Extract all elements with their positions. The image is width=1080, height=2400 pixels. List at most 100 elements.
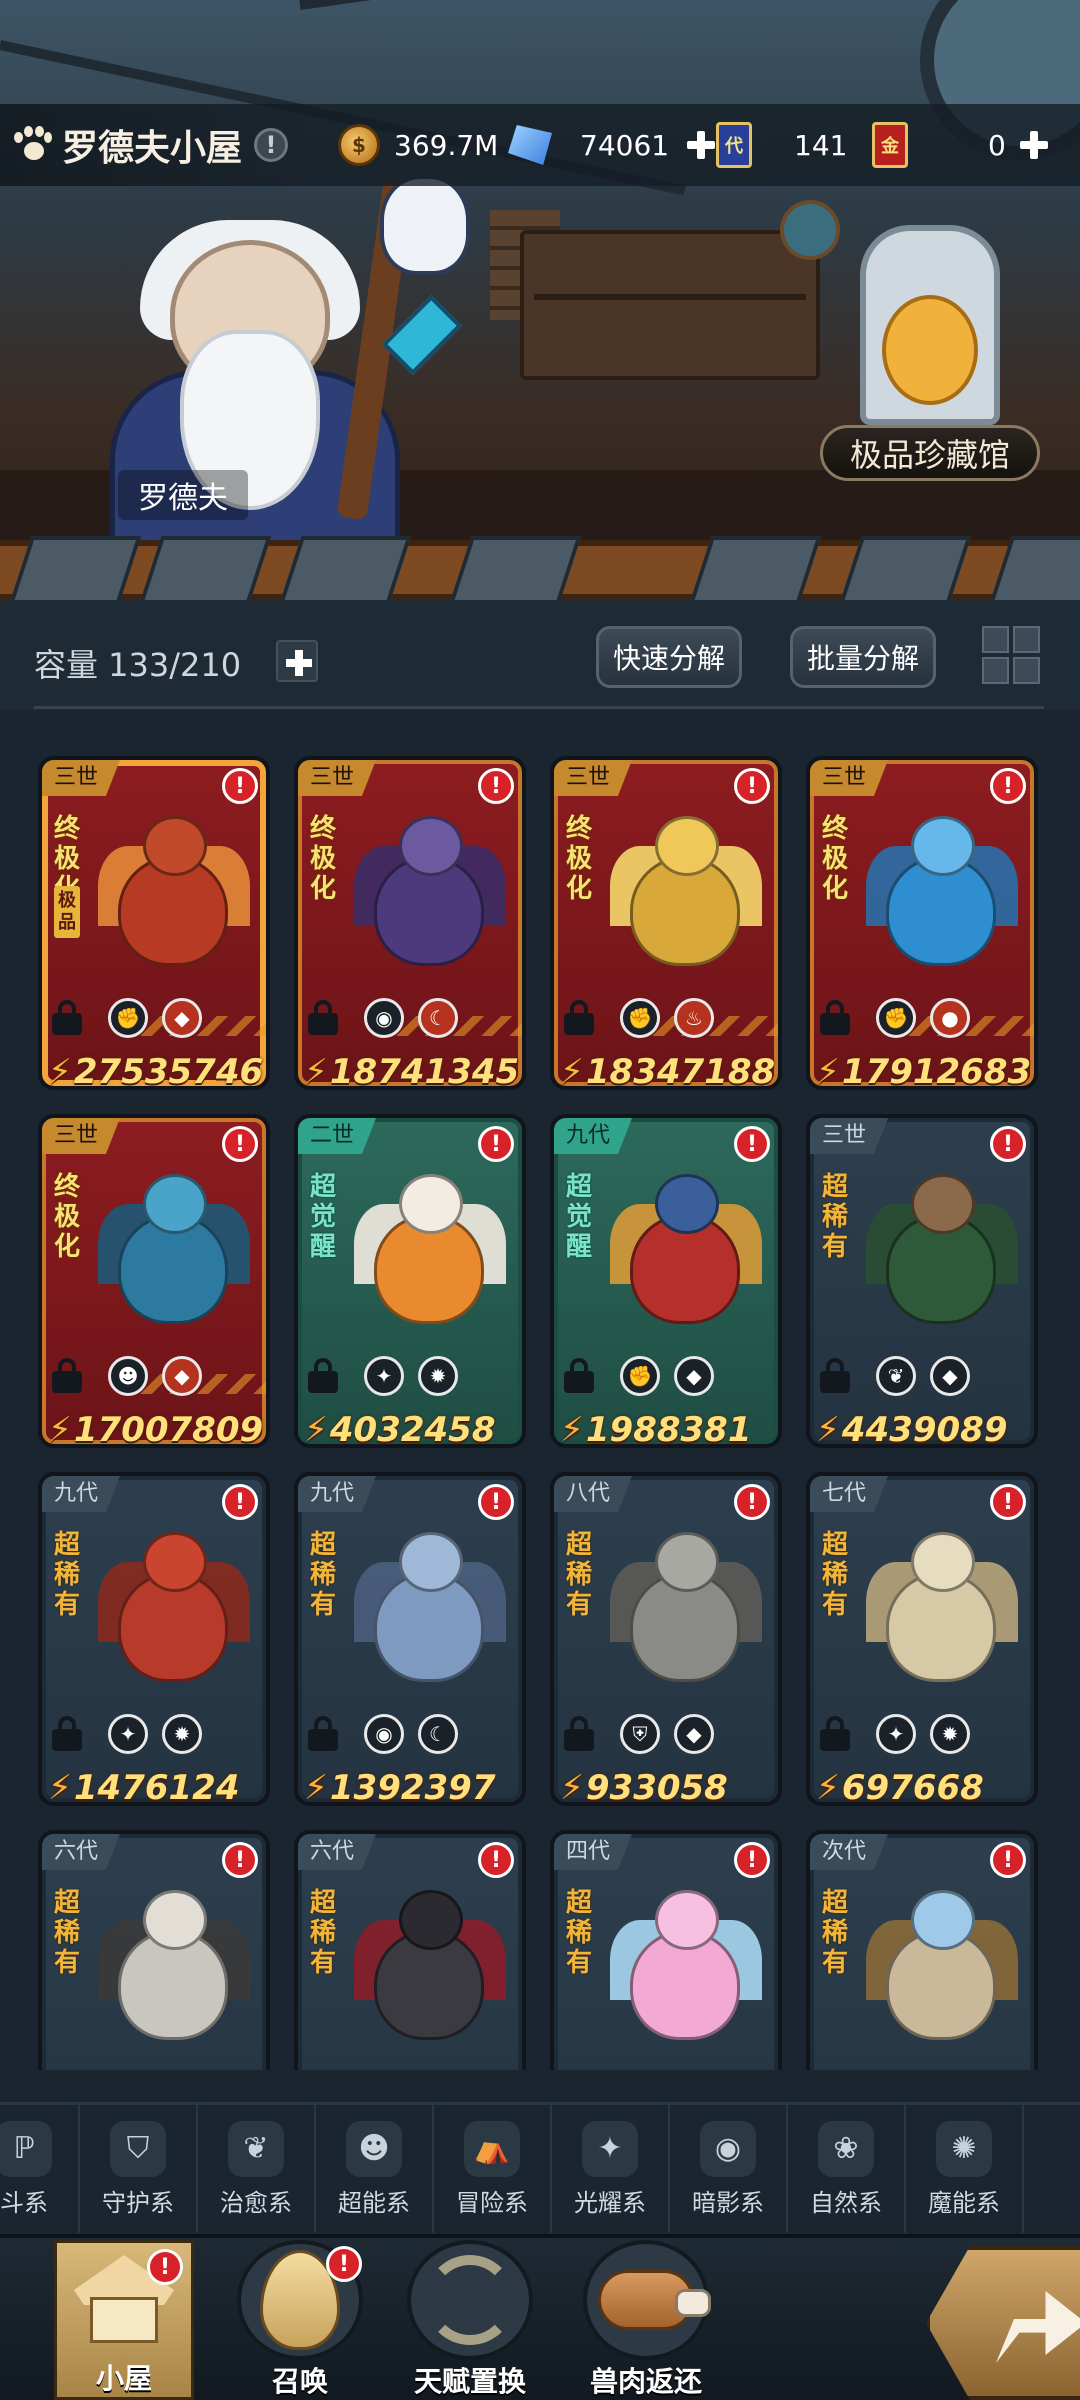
pet-portrait — [354, 1890, 506, 2060]
lock-icon[interactable] — [52, 1716, 82, 1752]
light-icon: ✦ — [582, 2120, 638, 2177]
pet-portrait — [610, 816, 762, 986]
power-number: 17007809 — [73, 1410, 264, 1448]
fighting-category[interactable]: ℙ 斗系 — [0, 2105, 80, 2233]
sun-element-icon: ✹ — [162, 1714, 202, 1754]
info-icon[interactable]: ! — [254, 128, 289, 162]
pet-card[interactable]: 二世! 超觉醒 ✦ ✹ ⚡4032458 — [294, 1114, 526, 1448]
alert-badge-icon: ! — [222, 1842, 258, 1878]
rank-label: 超稀有 — [821, 1888, 848, 1978]
shield-element-icon: ⛨ — [620, 1714, 660, 1754]
eye-element-icon: ◉ — [364, 1714, 404, 1754]
paw-icon — [14, 126, 52, 164]
pet-card[interactable]: 三世! 终极化 ◉ ☾ ⚡18741345 — [294, 756, 526, 1090]
alert-badge-icon: ! — [222, 1126, 258, 1162]
guardian-category[interactable]: ⛉ 守护系 — [80, 2105, 198, 2233]
power-number: 18347188 — [585, 1052, 776, 1090]
lock-icon[interactable] — [308, 1000, 338, 1036]
house-scene: 罗德夫 极品珍藏馆 — [0, 0, 1080, 600]
lock-icon[interactable] — [52, 1000, 82, 1036]
lock-icon[interactable] — [564, 1000, 594, 1036]
batch-decompose-button[interactable]: 批量分解 — [790, 626, 936, 688]
pet-card[interactable]: 四代! 超稀有 — [550, 1830, 782, 2070]
nav-summon-badge: ! — [326, 2246, 362, 2282]
gauntlet-element-icon: ✊ — [620, 1356, 660, 1396]
pet-card[interactable]: 三世! 终极化 ☻ ◆ ⚡17007809 — [38, 1114, 270, 1448]
generation-tag: 九代 — [298, 1476, 376, 1512]
generation-tag: 三世 — [810, 1118, 888, 1154]
gauntlet-element-icon: ✊ — [876, 998, 916, 1038]
shadow-category[interactable]: ◉ 暗影系 — [670, 2105, 788, 2233]
nav-house-tab[interactable]: 小屋 ! — [54, 2240, 194, 2400]
lock-icon[interactable] — [820, 1000, 850, 1036]
pet-card[interactable]: 七代! 超稀有 ✦ ✹ ⚡697668 — [806, 1472, 1038, 1806]
pet-card[interactable]: 次代! 超稀有 — [806, 1830, 1038, 2070]
light-category[interactable]: ✦ 光耀系 — [552, 2105, 670, 2233]
generation-tag: 二世 — [298, 1118, 376, 1154]
pet-portrait — [98, 816, 250, 986]
pet-card[interactable]: 三世! 超稀有 ❦ ◆ ⚡4439089 — [806, 1114, 1038, 1448]
generation-tag: 七代 — [810, 1476, 888, 1512]
rank-label: 超稀有 — [309, 1530, 336, 1620]
rank-label: 超稀有 — [309, 1888, 336, 1978]
nav-summon-tab[interactable]: 召唤 ! — [230, 2240, 370, 2400]
rock-element-icon: ◆ — [162, 1356, 202, 1396]
pet-card[interactable]: 三世! 终极化 ✊ ● ⚡17912683 — [806, 756, 1038, 1090]
fire-element-icon: ♨ — [674, 998, 714, 1038]
power-value: ⚡18347188 — [560, 1052, 776, 1090]
npc-name-tag: 罗德夫 — [118, 470, 248, 520]
quick-decompose-button[interactable]: 快速分解 — [596, 626, 742, 688]
category-label: 光耀系 — [574, 2188, 646, 2217]
pet-card[interactable]: 九代! 超稀有 ✦ ✹ ⚡1476124 — [38, 1472, 270, 1806]
power-icon: ⚡ — [816, 1052, 840, 1090]
grid-view-icon[interactable] — [982, 626, 1040, 684]
power-value: ⚡18741345 — [304, 1052, 519, 1086]
lock-icon[interactable] — [564, 1358, 594, 1394]
adventure-category[interactable]: ⛺ 冒险系 — [434, 2105, 552, 2233]
rail-clip — [988, 536, 1080, 600]
pet-card[interactable]: 八代! 超稀有 ⛨ ◆ ⚡933058 — [550, 1472, 782, 1806]
pet-card[interactable]: 三世! 终极化 ✊ ♨ ⚡18347188 — [550, 756, 782, 1090]
rail-clip — [278, 536, 412, 600]
magic-category[interactable]: ✺ 魔能系 — [906, 2105, 1024, 2233]
generation-tag: 三世 — [42, 760, 120, 796]
lock-icon[interactable] — [308, 1358, 338, 1394]
nav-talent-tab[interactable]: 天赋置换 — [400, 2240, 540, 2400]
healing-category[interactable]: ❦ 治愈系 — [198, 2105, 316, 2233]
generation-tag: 三世 — [42, 1118, 120, 1154]
nav-meat-tab[interactable]: 兽肉返还 — [576, 2240, 716, 2400]
crystal-plus-icon[interactable] — [685, 129, 717, 161]
pet-card[interactable]: 九代! 超觉醒 ✊ ◆ ⚡1988381 — [550, 1114, 782, 1448]
lock-icon[interactable] — [564, 1716, 594, 1752]
pet-card[interactable]: 六代! 超稀有 — [38, 1830, 270, 2070]
card-footer: ✊ ♨ ⚡18347188 — [554, 986, 778, 1090]
sun-element-icon: ✹ — [930, 1714, 970, 1754]
rank-label: 超觉醒 — [309, 1172, 336, 1262]
rock-element-icon: ◆ — [674, 1356, 714, 1396]
nav-talent-label: 天赋置换 — [413, 2365, 526, 2398]
lock-icon[interactable] — [820, 1358, 850, 1394]
alert-badge-icon: ! — [990, 768, 1026, 804]
pet-card[interactable]: 三世!终极化极品✊◆⚡27535746 — [38, 756, 270, 1090]
star-cross-element-icon: ✦ — [108, 1714, 148, 1754]
pet-portrait — [354, 816, 506, 986]
pet-card[interactable]: 九代! 超稀有 ◉ ☾ ⚡1392397 — [294, 1472, 526, 1806]
power-number: 17912683 — [841, 1052, 1032, 1090]
gold-card-plus-icon[interactable] — [1018, 129, 1050, 161]
nature-category[interactable]: ❀ 自然系 — [788, 2105, 906, 2233]
power-number: 4032458 — [329, 1410, 496, 1448]
moon-element-icon: ☾ — [418, 998, 458, 1038]
pet-card[interactable]: 六代! 超稀有 — [294, 1830, 526, 2070]
power-value: ⚡17007809 — [48, 1410, 264, 1448]
lock-icon[interactable] — [820, 1716, 850, 1752]
lock-icon[interactable] — [308, 1716, 338, 1752]
power-number: 27535746 — [73, 1052, 264, 1090]
capacity-plus-button[interactable] — [276, 640, 318, 682]
power-value: ⚡17912683 — [816, 1052, 1032, 1090]
nav-house-label: 小屋 — [95, 2362, 152, 2395]
gauntlet-element-icon: ✊ — [108, 998, 148, 1038]
lock-icon[interactable] — [52, 1358, 82, 1394]
psychic-category[interactable]: ☻ 超能系 — [316, 2105, 434, 2233]
premium-collection-entry[interactable]: 极品珍藏馆 — [820, 225, 1040, 481]
category-label: 斗系 — [0, 2188, 48, 2217]
